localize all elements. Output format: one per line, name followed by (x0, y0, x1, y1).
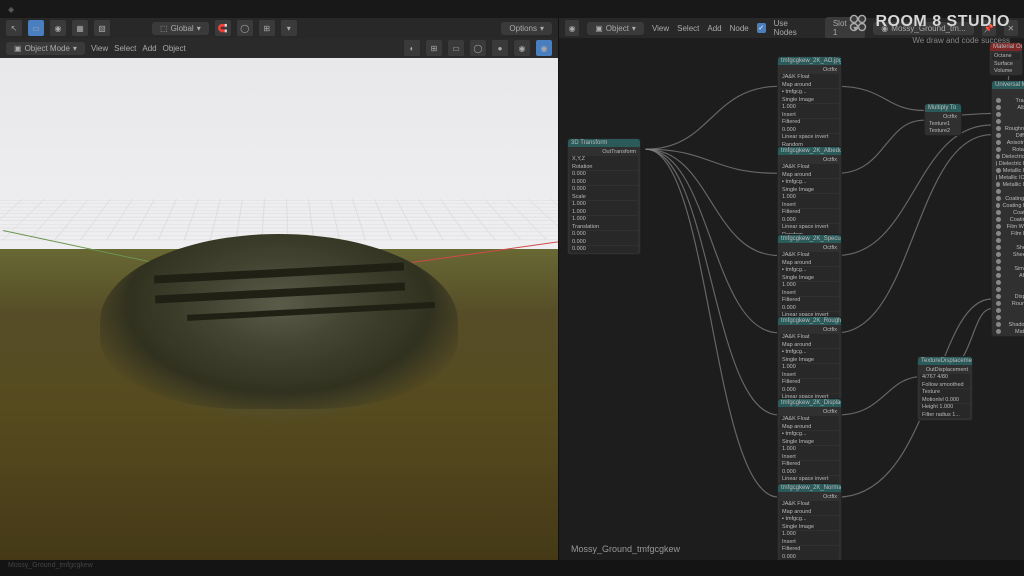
tool-icon[interactable]: ⊞ (259, 20, 275, 36)
menu-node[interactable]: Node (730, 24, 749, 33)
node-universal-material[interactable]: Universal Material OctfixTransmissionAlb… (991, 80, 1024, 337)
menu-object[interactable]: Object (163, 44, 186, 53)
options-dropdown[interactable]: Options ▾ (501, 22, 552, 35)
snap-icon[interactable]: 🧲 (215, 20, 231, 36)
menu-view[interactable]: View (91, 44, 108, 53)
node-3d-transform[interactable]: 3D Transform OutTransformX,Y,ZRotation0.… (567, 138, 641, 255)
xray-icon[interactable]: ▭ (448, 40, 464, 56)
node-editor-canvas[interactable]: 3D Transform OutTransformX,Y,ZRotation0.… (559, 38, 1024, 560)
mode-dropdown[interactable]: ▣ Object Mode ▾ (6, 42, 85, 55)
tool-icon[interactable]: ▧ (94, 20, 110, 36)
tool-icon[interactable]: ◉ (50, 20, 66, 36)
menu-select[interactable]: Select (114, 44, 136, 53)
cursor-tool-icon[interactable]: ↖ (6, 20, 22, 36)
tool-icon[interactable]: ▾ (281, 20, 297, 36)
watermark-logo: ROOM 8 STUDIO We draw and code success (847, 12, 1010, 45)
material-icon[interactable]: ◉ (514, 40, 530, 56)
viewport-toolbar: ↖ ▭ ◉ ▦ ▧ ⬚ Global ▾ 🧲 ◯ ⊞ ▾ Options ▾ (0, 18, 558, 38)
tool-icon[interactable]: ▦ (72, 20, 88, 36)
shading-icon[interactable]: ◐ (404, 40, 420, 56)
proportional-icon[interactable]: ◯ (237, 20, 253, 36)
wireframe-icon[interactable]: ◯ (470, 40, 486, 56)
use-nodes-checkbox[interactable]: ✓ (757, 23, 766, 33)
editor-type-icon[interactable]: ◉ (565, 20, 579, 36)
orientation-dropdown[interactable]: ⬚ Global ▾ (152, 22, 209, 35)
rendered-icon[interactable]: ◉ (536, 40, 552, 56)
menu-view[interactable]: View (652, 24, 669, 33)
3d-viewport-panel: ↖ ▭ ◉ ▦ ▧ ⬚ Global ▾ 🧲 ◯ ⊞ ▾ Options ▾ ▣… (0, 18, 558, 560)
solid-icon[interactable]: ● (492, 40, 508, 56)
use-nodes-label: Use Nodes (774, 19, 809, 37)
menu-add[interactable]: Add (707, 24, 721, 33)
overlay-icon[interactable]: ⊞ (426, 40, 442, 56)
status-bar: Mossy_Ground_tmfgcgkew (0, 560, 1024, 576)
shader-type-dropdown[interactable]: ▣ Object ▾ (587, 22, 644, 35)
viewport-menubar: ▣ Object Mode ▾ View Select Add Object ◐… (0, 38, 558, 58)
node-material-output[interactable]: Material Output Octane Surface Volume (989, 42, 1023, 76)
menu-select[interactable]: Select (677, 24, 699, 33)
app-icon: ◆ (8, 5, 14, 14)
shader-editor-panel: ◉ ▣ Object ▾ View Select Add Node ✓ Use … (558, 18, 1024, 560)
material-name-label: Mossy_Ground_tmfgcgkew (571, 544, 680, 554)
node-tex-albedo[interactable]: tmfgcgkew_2K_Albedo.jpg OctfixJA&K Float… (777, 146, 842, 248)
node-tex-normal[interactable]: tmfgcgkew_2K_Normal.jpg OctfixJA&K Float… (777, 483, 842, 560)
3d-viewport-canvas[interactable] (0, 58, 558, 560)
menu-add[interactable]: Add (142, 44, 156, 53)
select-box-icon[interactable]: ▭ (28, 20, 44, 36)
node-multiply[interactable]: Multiply To Octfix Texture1 Texture2 (924, 103, 962, 136)
node-tex-ao[interactable]: tmfgcgkew_2K_AO.jpg OctfixJA&K FloatMap … (777, 56, 842, 158)
node-texture-displacement[interactable]: TextureDisplacement OutDisplacement4/767… (917, 356, 973, 421)
